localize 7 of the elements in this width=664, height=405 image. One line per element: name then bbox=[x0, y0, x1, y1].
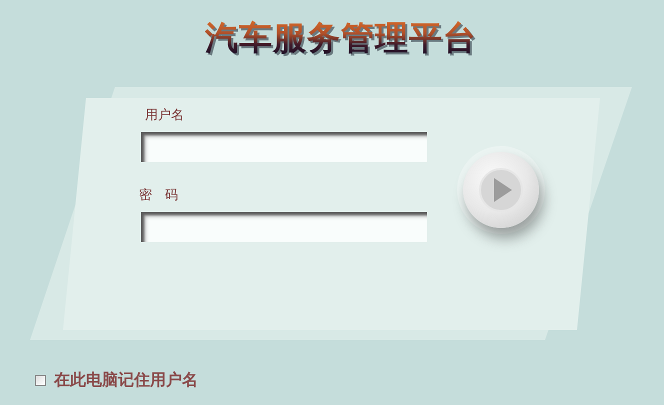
field-label: 密 码 bbox=[139, 188, 179, 204]
remember-label: 在此电脑记住用户名 bbox=[54, 370, 198, 391]
checkbox[interactable] bbox=[35, 375, 46, 386]
play-icon bbox=[478, 167, 524, 213]
username-field[interactable] bbox=[141, 132, 427, 162]
password-field[interactable] bbox=[141, 212, 427, 242]
field-label: 用户名 bbox=[145, 108, 185, 124]
